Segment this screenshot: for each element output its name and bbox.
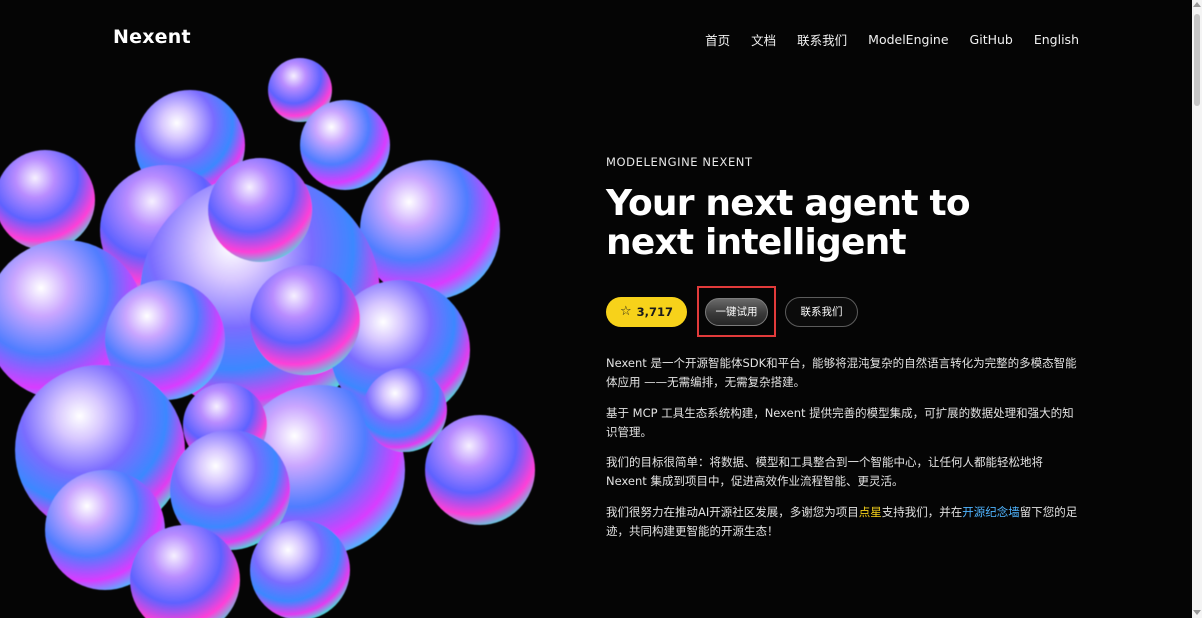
intro-paragraph-2: 基于 MCP 工具生态系统构建，Nexent 提供完善的模型集成，可扩展的数据处… [606,405,1074,439]
intro-paragraph-1: Nexent 是一个开源智能体SDK和平台，能够将混沌复杂的自然语言转化为完整的… [606,356,1077,389]
nav-modelengine[interactable]: ModelEngine [868,32,948,47]
nav-language[interactable]: English [1034,32,1079,47]
page: Nexent 首页 文档 联系我们 ModelEngine GitHub Eng… [0,0,1202,618]
star-count: 3,717 [636,304,674,319]
intro-paragraph-4: 我们很努力在推动AI开源社区发展，多谢您为项目点星支持我们，并在开源纪念墙留下您… [606,503,1078,541]
headline-line-2: next intelligent [606,222,907,263]
try-now-button[interactable]: 一键试用 [705,297,769,326]
brand-logo[interactable]: Nexent [113,26,191,48]
hero-eyebrow: MODELENGINE NEXENT [606,155,753,169]
p4-text-a: 我们很努力在推动AI开源社区发展，多谢您为项目 [606,504,859,519]
nav-contact[interactable]: 联系我们 [797,30,847,49]
hero-actions: ☆ 3,717 一键试用 联系我们 [606,286,1086,337]
p4-text-b: 支持我们，并在 [881,504,963,519]
highlight-box: 一键试用 [697,286,777,337]
scroll-up-arrow-icon[interactable] [1193,2,1201,7]
headline-line-1: Your next agent to [606,183,971,224]
nav-docs[interactable]: 文档 [751,30,776,49]
star-outline-icon: ☆ [620,304,632,319]
scroll-thumb[interactable] [1194,14,1200,106]
open-source-wall-link[interactable]: 开源纪念墙 [962,505,1020,519]
hero-headline: Your next agent to next intelligent [606,184,1086,262]
vertical-scrollbar[interactable] [1192,0,1202,618]
contact-us-button[interactable]: 联系我们 [785,296,859,327]
nav-home[interactable]: 首页 [705,30,730,49]
star-project-link[interactable]: 点星 [859,505,882,519]
blobs-illustration [0,58,535,618]
hero-section: MODELENGINE NEXENT Your next agent to ne… [606,155,1086,552]
nav-github[interactable]: GitHub [970,32,1013,47]
top-nav: 首页 文档 联系我们 ModelEngine GitHub English [705,30,1079,49]
github-star-button[interactable]: ☆ 3,717 [606,296,688,327]
intro-paragraph-3: 我们的目标很简单：将数据、模型和工具整合到一个智能中心，让任何人都能轻松地将 N… [606,455,1043,488]
scroll-down-arrow-icon[interactable] [1193,610,1201,615]
